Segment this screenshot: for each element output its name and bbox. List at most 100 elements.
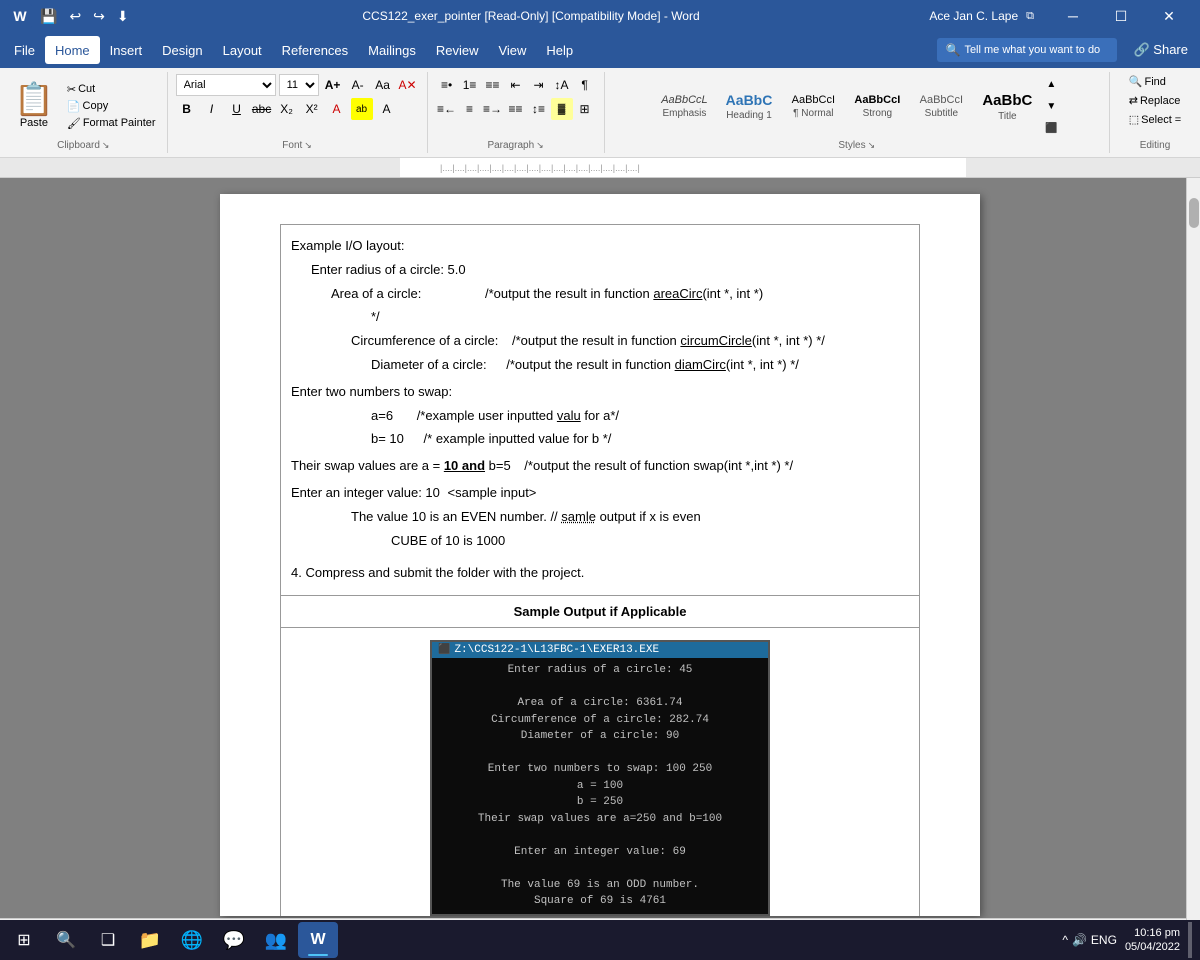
justify-button[interactable]: ≡≡ [505,98,527,120]
increase-indent-button[interactable]: ⇥ [528,74,550,96]
taskbar-chrome[interactable]: 🌐 [172,922,212,958]
show-hide-button[interactable]: ¶ [574,74,596,96]
console-line-1: Enter radius of a circle: 45 [438,662,762,679]
menu-design[interactable]: Design [152,36,212,64]
line-spacing-button[interactable]: ↕≡ [528,98,550,120]
customize-quick-btn[interactable]: ⬇ [113,6,133,27]
find-button[interactable]: 🔍 Find [1126,74,1169,89]
tray-caret[interactable]: ^ [1062,933,1068,947]
font-color-button[interactable]: A [326,98,348,120]
io-layout-cell: Example I/O layout: Enter radius of a ci… [281,225,920,596]
italic-button[interactable]: I [201,98,223,120]
taskbar-file-explorer[interactable]: 📁 [130,922,170,958]
styles-up-button[interactable]: ▲ [1043,76,1059,92]
find-icon: 🔍 [1129,75,1143,88]
menu-file[interactable]: File [4,36,45,64]
menu-insert[interactable]: Insert [100,36,153,64]
style-strong-preview: AaBbCcI [854,93,900,108]
sort-button[interactable]: ↕A [551,74,573,96]
copy-button[interactable]: 📄 Copy [64,99,159,114]
title-bar-title: CCS122_exer_pointer [Read-Only] [Compati… [133,9,930,23]
cut-button[interactable]: ✂ Cut [64,82,159,97]
restore-icon: ⧉ [1026,10,1034,23]
clipboard-expand-icon[interactable]: ↘ [102,140,110,151]
share-button[interactable]: 🔗 Share [1125,40,1196,60]
styles-expand-icon[interactable]: ↘ [868,140,876,151]
styles-group: AaBbCcL Emphasis AaBbC Heading 1 AaBbCcI… [605,72,1110,153]
taskbar-word[interactable]: W [298,922,338,958]
underline-button[interactable]: U [226,98,248,120]
multilevel-button[interactable]: ≡≡ [482,74,504,96]
highlight-button[interactable]: ab [351,98,373,120]
menu-view[interactable]: View [488,36,536,64]
redo-quick-btn[interactable]: ↪ [89,6,109,27]
ribbon-search[interactable]: 🔍 Tell me what you want to do [937,38,1117,62]
bold-button[interactable]: B [176,98,198,120]
style-normal[interactable]: AaBbCcI ¶ Normal [783,90,843,122]
style-heading1[interactable]: AaBbC Heading 1 [719,88,780,125]
font-expand-icon[interactable]: ↘ [304,140,312,151]
font-shrink-button[interactable]: A- [347,74,369,96]
clock-time: 10:16 pm [1125,926,1180,940]
console-window: ⬛ Z:\CCS122-1\L13FBC-1\EXER13.EXE Enter … [430,640,770,916]
bullets-button[interactable]: ≡• [436,74,458,96]
save-quick-btn[interactable]: 💾 [36,6,61,27]
font-size-select[interactable]: 11 [279,74,319,96]
superscript-button[interactable]: X² [301,98,323,120]
taskbar-discord[interactable]: 💬 [214,922,254,958]
strikethrough-button[interactable]: abc [251,98,273,120]
menu-home[interactable]: Home [45,36,100,64]
maximize-button[interactable]: ☐ [1098,0,1144,32]
radius-prompt: Enter radius of a circle: 5.0 [311,260,909,281]
quick-access-toolbar: 💾 ↩ ↪ ⬇ [36,6,133,27]
menu-mailings[interactable]: Mailings [358,36,426,64]
minimize-button[interactable]: ─ [1050,0,1096,32]
close-button[interactable]: ✕ [1146,0,1192,32]
align-center-button[interactable]: ≡ [459,98,481,120]
clear-format-button[interactable]: A✕ [397,74,419,96]
cube-result: CUBE of 10 is 1000 [391,531,909,552]
diam-label: Diameter of a circle: [371,357,487,372]
borders-button[interactable]: ⊞ [574,98,596,120]
change-case-button[interactable]: Aa [372,74,394,96]
subscript-button[interactable]: X₂ [276,98,298,120]
style-subtitle[interactable]: AaBbCcI Subtitle [911,90,971,122]
search-button[interactable]: 🔍 [46,922,86,958]
text-effects-button[interactable]: A [376,98,398,120]
font-name-select[interactable]: Arial [176,74,276,96]
format-painter-button[interactable]: 🖌 Format Painter [64,116,159,131]
menu-references[interactable]: References [272,36,358,64]
undo-quick-btn[interactable]: ↩ [65,6,85,27]
task-view-button[interactable]: ❑ [88,922,128,958]
start-button[interactable]: ⊞ [4,922,44,958]
paste-button[interactable]: 📋 Paste [8,81,60,131]
menu-help[interactable]: Help [536,36,583,64]
numbering-button[interactable]: 1≡ [459,74,481,96]
font-grow-button[interactable]: A+ [322,74,344,96]
styles-more-button[interactable]: ⬛ [1043,120,1059,136]
menu-layout[interactable]: Layout [213,36,272,64]
align-right-button[interactable]: ≡→ [482,98,504,120]
menu-review[interactable]: Review [426,36,489,64]
paragraph-expand-icon[interactable]: ↘ [536,140,544,151]
select-button[interactable]: ⬚ Select = [1126,112,1184,127]
circum-line: Circumference of a circle: /*output the … [351,331,909,352]
console-line-3: Area of a circle: 6361.74 [438,695,762,712]
clipboard-right: ✂ Cut 📄 Copy 🖌 Format Painter [64,82,159,131]
ribbon: 📋 Paste ✂ Cut 📄 Copy 🖌 [0,68,1200,158]
align-left-button[interactable]: ≡← [436,98,458,120]
show-desktop-button[interactable] [1188,922,1192,958]
scroll-thumb[interactable] [1189,198,1199,228]
style-strong[interactable]: AaBbCcI Strong [847,90,907,122]
styles-down-button[interactable]: ▼ [1043,98,1059,114]
vertical-scrollbar[interactable] [1186,178,1200,932]
replace-button[interactable]: ⇄ Replace [1126,93,1184,108]
speaker-icon[interactable]: 🔊 [1072,933,1087,947]
style-title[interactable]: AaBbC Title [975,87,1039,125]
style-emphasis[interactable]: AaBbCcL Emphasis [654,90,714,122]
decrease-indent-button[interactable]: ⇤ [505,74,527,96]
taskbar-teams[interactable]: 👥 [256,922,296,958]
shading-button[interactable]: ▓ [551,98,573,120]
user-name: Ace Jan C. Lape [929,9,1018,23]
paste-icon: 📋 [14,83,54,115]
